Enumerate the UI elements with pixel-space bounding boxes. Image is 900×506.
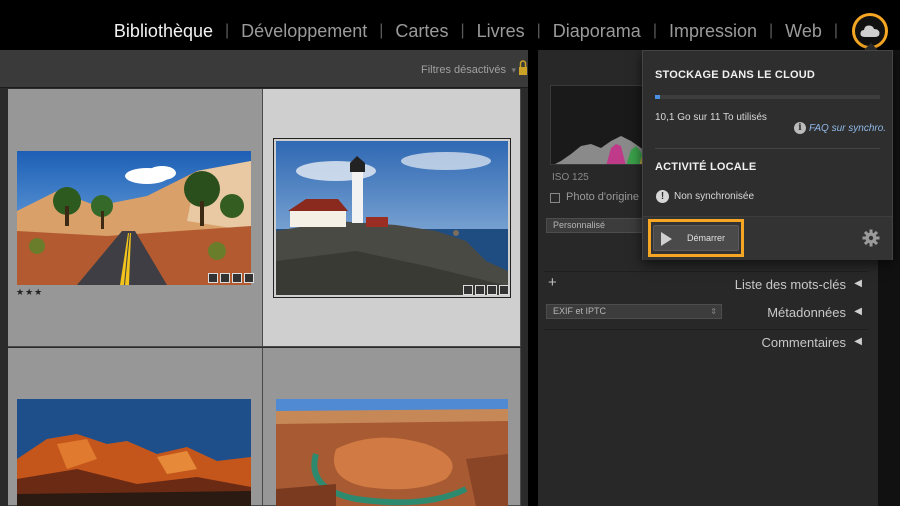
grid-cell-selected[interactable] <box>263 89 521 347</box>
storage-usage-text: 10,1 Go sur 11 To utilisés <box>655 112 767 123</box>
local-sync-status: Non synchronisée <box>674 191 755 202</box>
tab-develop[interactable]: Développement <box>229 19 379 43</box>
quick-develop-preset-select[interactable]: Personnalisé <box>546 218 646 233</box>
tab-slideshow[interactable]: Diaporama <box>541 19 653 43</box>
popup-divider <box>655 148 880 149</box>
comments-panel-header[interactable]: Commentaires ◀ <box>544 329 868 353</box>
iso-readout: ISO 125 <box>552 172 589 183</box>
tab-print[interactable]: Impression <box>657 19 769 43</box>
metadata-title: Métadonnées <box>767 305 846 320</box>
warning-icon: ! <box>656 190 669 203</box>
grid-cell[interactable] <box>263 348 521 506</box>
develop-badge-icon <box>499 285 509 295</box>
collapse-triangle-icon[interactable]: ◀ <box>854 306 862 317</box>
grid-cell[interactable] <box>8 348 263 506</box>
keywords-list-panel-header[interactable]: + Liste des mots-clés ◀ <box>544 271 868 295</box>
preset-select-value: Personnalisé <box>553 220 606 230</box>
popup-pointer <box>864 43 878 50</box>
add-keyword-button[interactable]: + <box>548 274 557 291</box>
info-icon[interactable]: i <box>794 122 806 134</box>
storage-usage-bar <box>655 95 880 99</box>
crop-badge-icon <box>475 285 485 295</box>
start-sync-label: Démarrer <box>687 233 726 243</box>
cloud-storage-heading: STOCKAGE DANS LE CLOUD <box>655 69 816 81</box>
photo-thumbnail-canyon[interactable] <box>276 399 508 506</box>
photo-thumbnail-desert-road[interactable] <box>17 151 251 285</box>
crop-badge-icon <box>220 273 230 283</box>
lock-icon[interactable] <box>518 58 528 78</box>
popup-footer: Démarrer <box>643 216 892 260</box>
photo-badges <box>463 285 509 295</box>
original-photo-checkbox[interactable] <box>550 193 560 203</box>
gear-icon[interactable] <box>862 229 880 247</box>
sync-faq-link[interactable]: FAQ sur synchro. <box>809 123 886 134</box>
comments-title: Commentaires <box>761 335 846 350</box>
module-tabs: Bibliothèque | Développement | Cartes | … <box>102 19 838 43</box>
develop-badge-icon <box>244 273 254 283</box>
cloud-icon <box>860 25 880 37</box>
storage-usage-fill <box>655 95 660 99</box>
chevron-down-icon[interactable]: ▾ <box>511 65 516 76</box>
photo-thumbnail-lighthouse[interactable] <box>276 141 508 295</box>
edit-badge-icon <box>487 285 497 295</box>
photo-badges <box>208 273 254 283</box>
collapse-triangle-icon[interactable]: ◀ <box>854 336 862 347</box>
tab-book[interactable]: Livres <box>465 19 537 43</box>
module-picker: Bibliothèque | Développement | Cartes | … <box>0 0 900 50</box>
start-sync-button[interactable]: Démarrer <box>653 225 739 251</box>
library-filter-bar: Filtres désactivés ▾ <box>0 50 528 88</box>
filter-status[interactable]: Filtres désactivés <box>421 64 506 76</box>
original-photo-label: Photo d'origine <box>566 191 640 203</box>
star-rating[interactable]: ★★★ <box>16 287 43 298</box>
edit-badge-icon <box>232 273 242 283</box>
grid-cell[interactable]: ★★★ <box>8 89 263 347</box>
tab-library[interactable]: Bibliothèque <box>102 19 225 43</box>
tab-separator: | <box>833 22 838 39</box>
cloud-sync-popup: STOCKAGE DANS LE CLOUD 10,1 Go sur 11 To… <box>642 50 893 260</box>
local-activity-heading: ACTIVITÉ LOCALE <box>655 161 757 173</box>
photo-thumbnail-red-rock[interactable] <box>17 399 251 506</box>
metadata-badge-icon <box>208 273 218 283</box>
tab-web[interactable]: Web <box>773 19 834 43</box>
collapse-triangle-icon[interactable]: ◀ <box>854 278 862 289</box>
metadata-panel-header[interactable]: Métadonnées ◀ <box>544 300 868 324</box>
play-icon <box>661 232 672 246</box>
keywords-list-title: Liste des mots-clés <box>734 277 846 292</box>
tab-map[interactable]: Cartes <box>383 19 460 43</box>
metadata-badge-icon <box>463 285 473 295</box>
library-grid: Filtres désactivés ▾ ★★★ <box>0 50 528 506</box>
